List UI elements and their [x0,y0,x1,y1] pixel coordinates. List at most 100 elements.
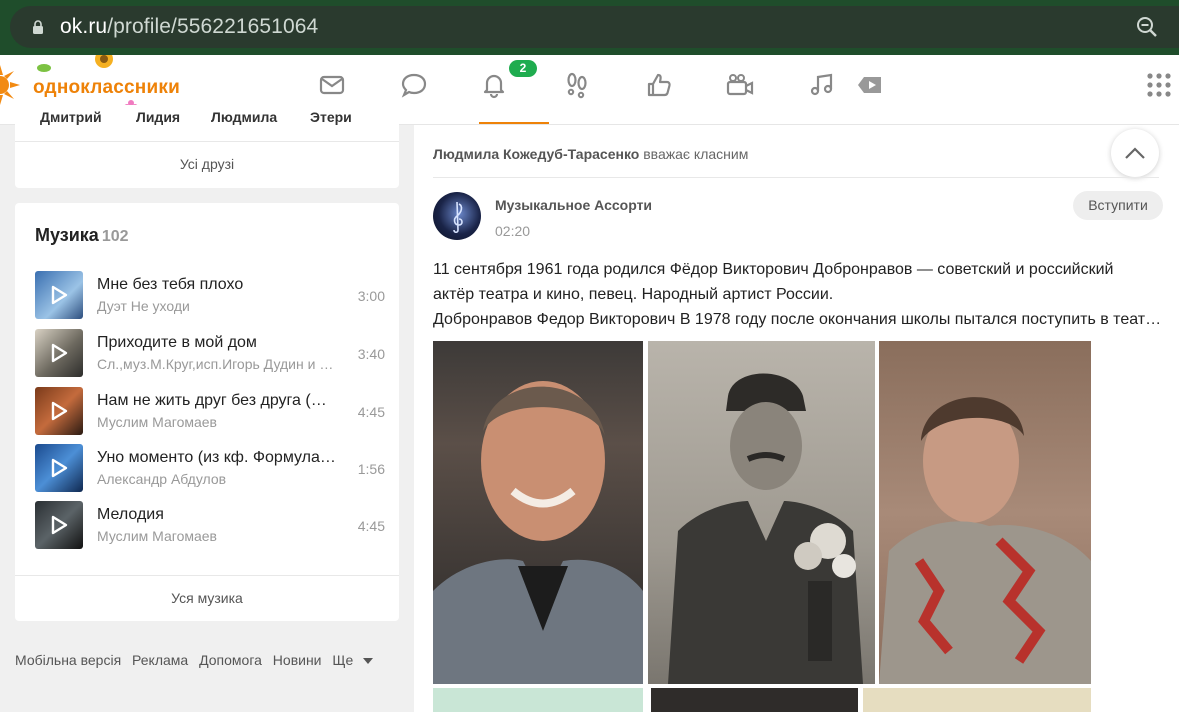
liker-action: вважає класним [643,146,749,162]
play-icon [51,285,68,305]
nav-more-video[interactable] [853,70,885,100]
notification-badge: 2 [509,60,537,77]
track-item[interactable]: Приходите в мой дом Сл.,муз.М.Круг,исп.И… [35,329,385,379]
track-artist[interactable]: Муслим Магомаев [97,414,337,430]
divider [433,177,1159,178]
scroll-top-button[interactable] [1111,129,1159,177]
nav-guests[interactable] [561,70,593,100]
friend-name[interactable]: Этери [310,109,352,125]
site-logo[interactable]: одноклассники [33,77,180,99]
post-line: актёр театра и кино, певец. Народный арт… [433,286,834,303]
treble-clef-icon [453,201,463,234]
post-photo[interactable] [879,341,1091,684]
music-count: 102 [101,228,129,245]
post-line: 11 сентября 1961 года родился Фёдор Викт… [433,261,1114,278]
footer-help-link[interactable]: Допомога [199,652,262,668]
divider [15,575,399,576]
friend-names-row: Дмитрий Лидия Людмила Этери [15,105,399,141]
track-duration: 4:45 [357,404,385,420]
track-artist[interactable]: Александр Абдулов [97,471,337,487]
active-tab-indicator [479,122,549,124]
vintage-photo [668,373,863,684]
track-item[interactable]: Мелодия Муслим Магомаев 4:45 [35,501,385,551]
footer-mobile-link[interactable]: Мобільна версія [15,652,121,668]
feed-activity-line: Людмила Кожедуб-Тарасенко вважає класним [433,146,748,162]
divider [15,141,399,142]
track-duration: 3:40 [357,346,385,362]
group-avatar[interactable] [433,192,481,240]
nav-music[interactable] [806,70,838,100]
friend-name[interactable]: Лидия [136,109,180,125]
track-title: Мелодия [97,506,164,523]
nav-marks[interactable] [643,70,675,100]
play-icon [51,515,68,535]
video-camera-icon [726,74,754,96]
portrait-photo [879,397,1091,684]
track-item[interactable]: Мне без тебя плохо Дуэт Не уходи 3:00 [35,271,385,321]
nav-notifications[interactable] [478,70,510,100]
lock-icon[interactable] [32,20,44,34]
footer-more-link[interactable]: Ще [332,652,380,668]
nav-messages[interactable] [316,70,348,100]
join-button[interactable]: Вступити [1073,191,1163,220]
footer-ads-link[interactable]: Реклама [132,652,188,668]
play-icon [51,458,68,478]
track-item[interactable]: Уно моменто (из кф. Формула любви) Алекс… [35,444,385,494]
footer-links: Мобільна версія Реклама Допомога Новини … [15,652,387,668]
post-line: Добронравов Федор Викторович В 1978 году… [433,311,1163,328]
post-text[interactable]: 11 сентября 1961 года родился Фёдор Викт… [433,257,1163,332]
track-duration: 4:45 [357,518,385,534]
bell-icon [483,74,505,99]
friends-card: Дмитрий Лидия Людмила Этери Усі друзі [15,105,399,188]
footer-news-link[interactable]: Новини [273,652,322,668]
play-icon [51,401,68,421]
leaf-icon [37,64,51,72]
friend-name[interactable]: Дмитрий [40,109,102,125]
music-note-icon [810,73,833,96]
track-cover[interactable] [35,387,83,435]
nav-video[interactable] [724,70,756,100]
chevron-up-icon [1125,147,1145,159]
all-music-link[interactable]: Уся музика [15,590,399,606]
play-tag-icon [858,77,881,93]
post-photo[interactable] [863,688,1091,712]
feed-post: Людмила Кожедуб-Тарасенко вважає класним… [414,125,1179,712]
nav-discussions[interactable] [398,70,430,100]
sun-logo-icon [0,65,20,105]
post-photo[interactable] [648,341,875,684]
all-friends-link[interactable]: Усі друзі [15,156,399,172]
liker-name[interactable]: Людмила Кожедуб-Тарасенко [433,146,639,162]
track-artist[interactable]: Муслим Магомаев [97,528,337,544]
track-artist[interactable]: Сл.,муз.М.Круг,исп.Игорь Дудин и Иван [97,356,337,372]
music-card: Музика 102 Мне без тебя плохо Дуэт Не ухо… [15,203,399,621]
chat-bubble-icon [401,73,427,98]
left-sidebar: Дмитрий Лидия Людмила Этери Усі друзі Му… [0,105,414,712]
envelope-icon [319,75,345,95]
post-photo[interactable] [433,341,643,684]
url-text[interactable]: ok.ru/profile/556221651064 [60,15,318,39]
zoom-out-icon[interactable] [1136,16,1158,38]
track-cover[interactable] [35,329,83,377]
track-artist[interactable]: Дуэт Не уходи [97,298,337,314]
url-path: /profile/556221651064 [107,15,319,38]
track-item[interactable]: Нам не жить друг без друга (Осень) Мусли… [35,387,385,437]
track-cover[interactable] [35,271,83,319]
caret-down-icon [363,658,374,665]
post-photo[interactable] [651,688,858,712]
post-time: 02:20 [495,223,531,239]
group-name[interactable]: Музыкальное Ассорти [495,197,652,213]
music-title: Музика [35,225,99,245]
track-cover[interactable] [35,501,83,549]
music-heading[interactable]: Музика 102 [35,225,129,246]
flower-icon [95,55,113,68]
track-title: Нам не жить друг без друга (Осень) [97,392,337,409]
friend-name[interactable]: Людмила [211,109,277,125]
url-host: ok.ru [60,15,108,38]
track-title: Мне без тебя плохо [97,276,244,293]
track-duration: 1:56 [357,461,385,477]
apps-grid-icon[interactable] [1146,72,1172,98]
post-photo[interactable] [433,688,643,712]
browser-toolbar: ok.ru/profile/556221651064 [0,0,1179,55]
portrait-photo [433,381,643,684]
track-cover[interactable] [35,444,83,492]
